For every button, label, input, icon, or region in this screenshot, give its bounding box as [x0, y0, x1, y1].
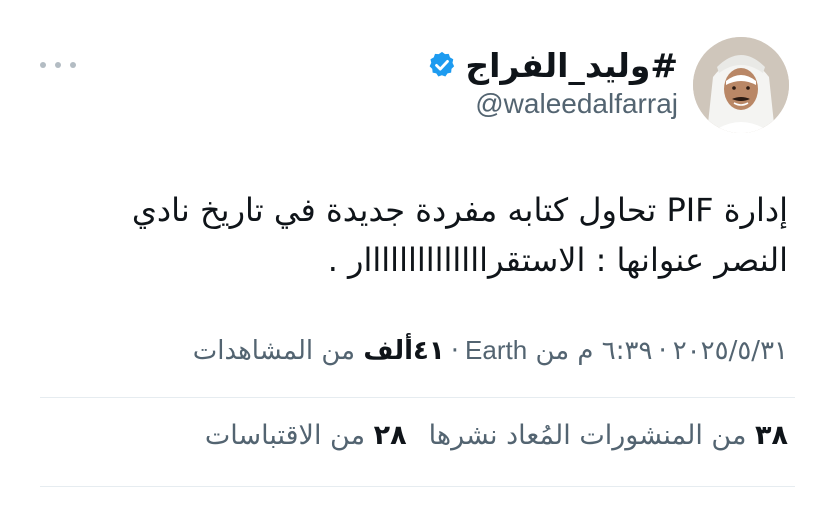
views-label: من المشاهدات [192, 336, 356, 366]
tweet-detail: #وليد_الفراج @waleedalfarraj إدارة PIF ت… [0, 0, 828, 505]
reposts-count: ٣٨ [755, 420, 788, 451]
tweet-text-line: النصر عنوانها : الاستقراااااااااااااار . [327, 241, 788, 279]
tweet-date[interactable]: ٢٠٢٥/٥/٣١ [673, 336, 788, 366]
author-handle[interactable]: @waleedalfarraj [475, 88, 678, 120]
engagement-stats: ٣٨ من المنشورات المُعاد نشرها ٢٨ من الاق… [205, 420, 788, 451]
tweet-time[interactable]: ٦:٣٩ م [577, 336, 652, 366]
tweet-source: Earth [465, 335, 528, 365]
separator: · [450, 336, 460, 366]
reposts-label: من المنشورات المُعاد نشرها [428, 420, 747, 451]
quotes-count: ٢٨ [373, 420, 407, 451]
dot-icon [40, 62, 46, 68]
quotes-stat[interactable]: ٢٨ من الاقتباسات [205, 420, 407, 451]
dot-icon [55, 62, 61, 68]
more-options-icon[interactable] [40, 52, 76, 78]
reposts-stat[interactable]: ٣٨ من المنشورات المُعاد نشرها [429, 420, 788, 451]
dot-icon [70, 62, 76, 68]
divider [40, 486, 795, 487]
divider [40, 397, 795, 398]
avatar[interactable] [693, 37, 789, 133]
tweet-text-line: إدارة PIF تحاول كتابه مفردة جديدة في تار… [131, 191, 788, 229]
author-name-row[interactable]: #وليد_الفراج [427, 45, 678, 85]
views-count: ٤١ألف [363, 336, 445, 366]
tweet-text: إدارة PIF تحاول كتابه مفردة جديدة في تار… [100, 185, 788, 285]
quotes-label: من الاقتباسات [204, 420, 366, 451]
author-display-name[interactable]: #وليد_الفراج [465, 46, 678, 85]
source-prefix: من [535, 336, 570, 366]
tweet-meta: ٢٠٢٥/٥/٣١·٦:٣٩ م من Earth·٤١ألف من المشا… [193, 335, 788, 366]
separator: · [658, 336, 667, 366]
verified-badge-icon [429, 51, 455, 77]
